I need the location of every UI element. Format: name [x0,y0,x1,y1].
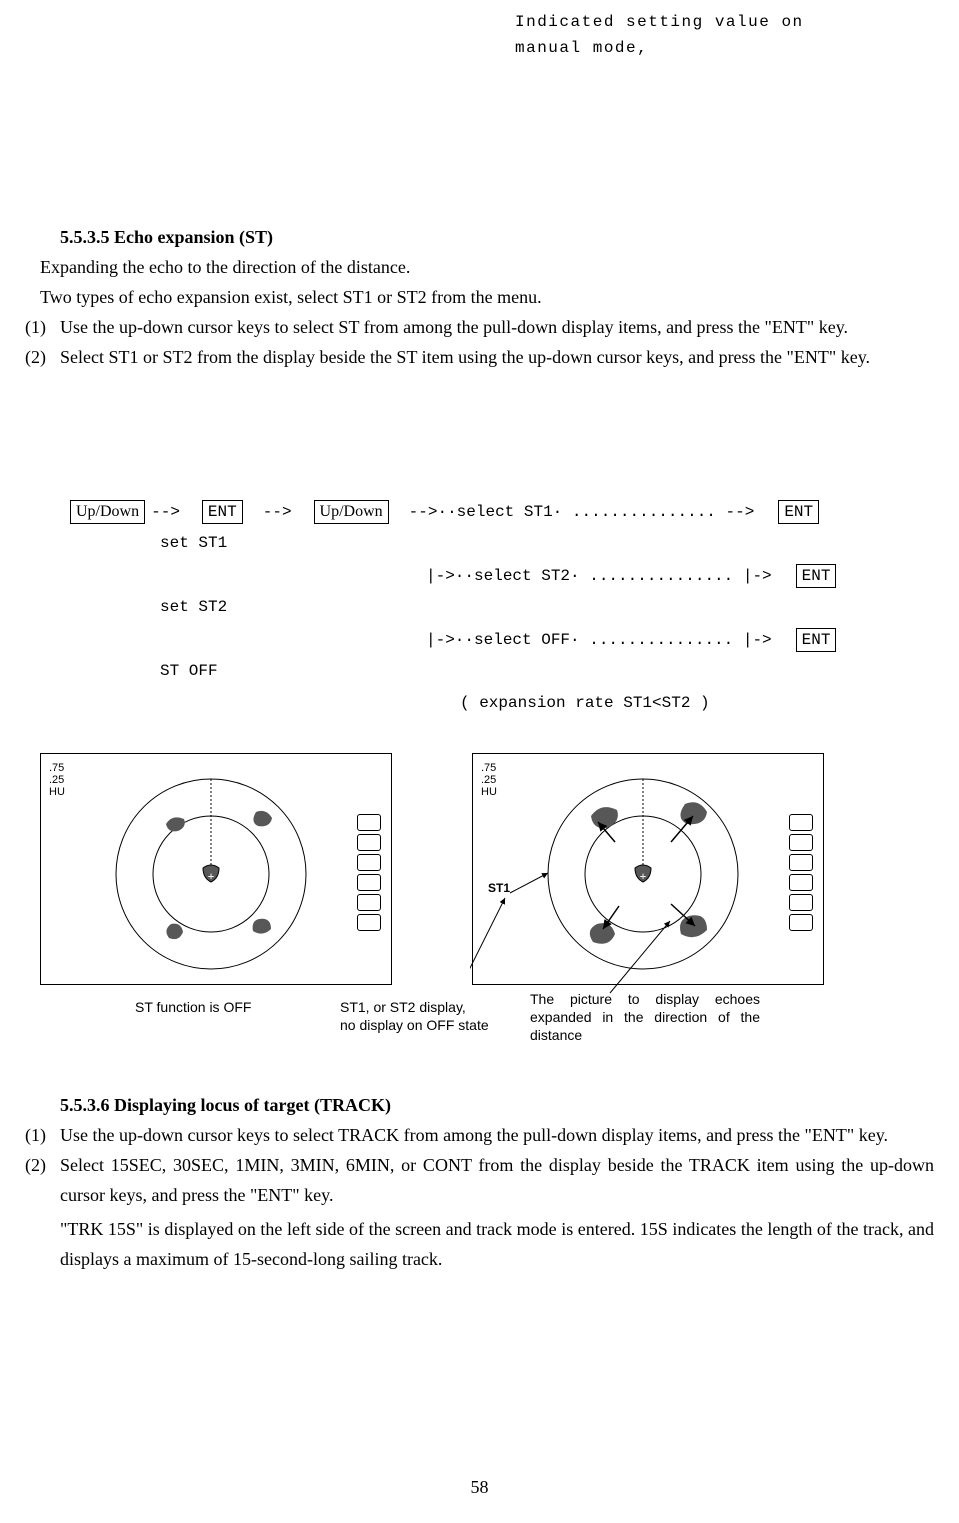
section-b-para3: "TRK 15S" is displayed on the left side … [60,1214,934,1274]
bar [357,834,381,851]
section-a-line2: Two types of echo expansion exist, selec… [40,282,934,312]
flow-set-st1: set ST1 [160,532,910,554]
b-item2-marker: (2) [25,1150,46,1180]
section-a-line1: Expanding the echo to the direction of t… [40,252,934,282]
flow-diagram: Up/Down --> ENT --> Up/Down -->··select … [70,500,910,714]
updown-key-1: Up/Down [70,500,145,524]
top-note: Indicated setting value on manual mode, [515,9,875,61]
flow-row-1: Up/Down --> ENT --> Up/Down -->··select … [70,500,910,524]
page-number: 58 [0,1477,959,1498]
section-a: 5.5.3.5 Echo expansion (ST) Expanding th… [25,222,934,372]
radar-left-svg: + [81,764,341,974]
left-caption: ST function is OFF [135,998,251,1016]
item2-text: Select ST1 or ST2 from the display besid… [60,347,870,367]
bar [357,854,381,871]
st1-label: ST1 [488,881,510,895]
item2-marker: (2) [25,342,46,372]
section-a-title: 5.5.3.5 Echo expansion (ST) [60,222,934,252]
flow-note: ( expansion rate ST1<ST2 ) [460,692,910,714]
bar [789,854,813,871]
ent-key-3: ENT [796,564,837,588]
figures-row: .75 .25 HU + [40,753,920,1013]
flow-select-st1: -->··select ST1· ............... --> [409,501,755,523]
bar [789,834,813,851]
left-bars [357,814,381,931]
flow-st-off: ST OFF [160,660,910,682]
page: Indicated setting value on manual mode, … [0,0,959,1523]
left-scale: .75 .25 HU [49,762,65,798]
b-item1-marker: (1) [25,1120,46,1150]
right-caption: The picture to display echoes expanded i… [530,990,760,1044]
svg-text:+: + [208,869,215,883]
bar [789,894,813,911]
radar-right-svg: + [513,764,773,974]
flow-select-off: |->··select OFF· ............... |-> [426,629,772,651]
bar [789,914,813,931]
flow-set-st2: set ST2 [160,596,910,618]
section-a-item1: (1) Use the up-down cursor keys to selec… [25,312,934,342]
bar [357,814,381,831]
bar [357,894,381,911]
flow-select-st2: |->··select ST2· ............... |-> [426,565,772,587]
ent-key-4: ENT [796,628,837,652]
bar [357,874,381,891]
scale-075-r: .75 [481,762,497,774]
item1-marker: (1) [25,312,46,342]
svg-text:+: + [640,869,647,883]
flow-arrow-1: --> [151,501,180,523]
section-a-item2: (2) Select ST1 or ST2 from the display b… [25,342,934,372]
bar [789,814,813,831]
figure-right: .75 .25 HU [472,753,824,985]
flow-arrow-2: --> [263,501,292,523]
scale-025-r: .25 [481,774,497,786]
mid-caption: ST1, or ST2 display, no display on OFF s… [340,998,510,1034]
scale-hu-r: HU [481,786,497,798]
b-item1-text: Use the up-down cursor keys to select TR… [60,1125,888,1145]
updown-key-2: Up/Down [314,500,389,524]
section-b-item1: (1) Use the up-down cursor keys to selec… [25,1120,934,1150]
right-scale: .75 .25 HU [481,762,497,798]
item1-text: Use the up-down cursor keys to select ST… [60,317,848,337]
section-b-item2: (2) Select 15SEC, 30SEC, 1MIN, 3MIN, 6MI… [25,1150,934,1210]
bar [357,914,381,931]
flow-row-3: |->··select OFF· ............... |-> ENT [70,628,910,652]
scale-hu: HU [49,786,65,798]
section-b-title: 5.5.3.6 Displaying locus of target (TRAC… [60,1090,934,1120]
figure-left: .75 .25 HU + [40,753,392,985]
flow-row-2: |->··select ST2· ............... |-> ENT [70,564,910,588]
right-bars [789,814,813,931]
bar [789,874,813,891]
ent-key-1: ENT [202,500,243,524]
scale-025: .25 [49,774,65,786]
section-b: 5.5.3.6 Displaying locus of target (TRAC… [25,1090,934,1274]
b-item2-text: Select 15SEC, 30SEC, 1MIN, 3MIN, 6MIN, o… [60,1155,934,1205]
ent-key-2: ENT [778,500,819,524]
scale-075: .75 [49,762,65,774]
